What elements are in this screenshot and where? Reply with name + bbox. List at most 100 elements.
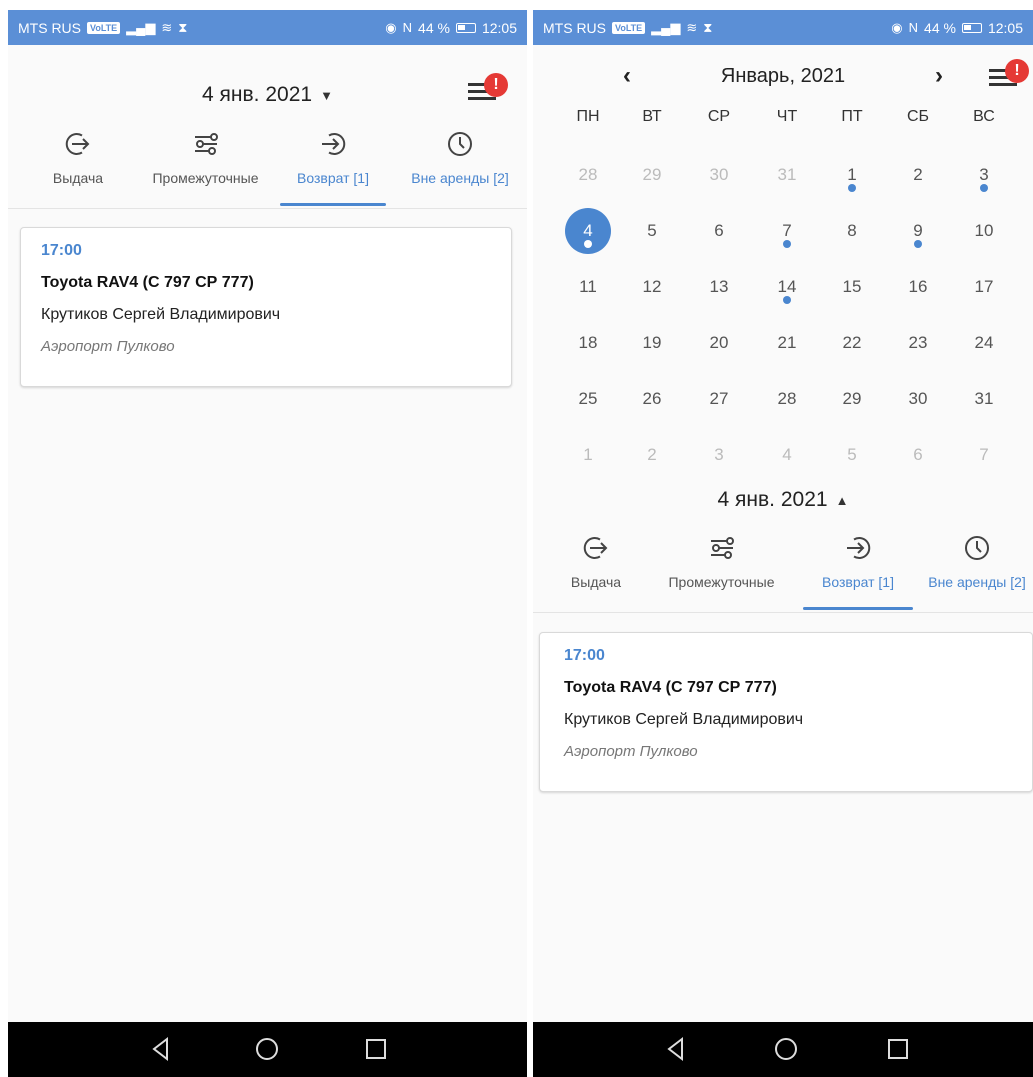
calendar-day[interactable]: 7 [961, 432, 1007, 478]
volte-badge: VoLTE [87, 21, 121, 34]
day-number: 14 [777, 277, 797, 296]
status-bar: MTS RUS VoLTE ▂▄▆ ≋ ⧗ ◉ N 44 % 12:05 [533, 10, 1033, 45]
day-number: 2 [913, 165, 923, 184]
calendar-day[interactable]: 3 [961, 152, 1007, 198]
calendar-day[interactable]: 27 [696, 376, 742, 422]
calendar-day[interactable]: 31 [764, 152, 810, 198]
menu-button[interactable]: ! [468, 73, 508, 113]
calendar-day[interactable]: 11 [565, 264, 611, 310]
calendar-day[interactable]: 24 [961, 320, 1007, 366]
recents-icon[interactable] [885, 1036, 911, 1062]
calendar-day-selected[interactable]: 4 [565, 208, 611, 254]
calendar-day[interactable]: 16 [895, 264, 941, 310]
selected-date-label: 4 янв. 2021 [202, 83, 313, 106]
date-picker-toggle[interactable]: 4 янв. 2021 ▼ [202, 83, 333, 107]
day-number: 25 [578, 389, 598, 408]
tab-label: Промежуточные [668, 574, 775, 590]
calendar-day[interactable]: 31 [961, 376, 1007, 422]
tab-issue[interactable]: Выдача [43, 128, 113, 186]
calendar-day[interactable]: 18 [565, 320, 611, 366]
day-number: 7 [979, 445, 989, 464]
calendar-day[interactable]: 28 [764, 376, 810, 422]
wifi-icon: ≋ [161, 19, 173, 35]
booking-car: Toyota RAV4 (С 797 СР 777) [564, 679, 777, 696]
day-number: 4 [583, 221, 593, 240]
calendar-day[interactable]: 15 [829, 264, 875, 310]
calendar-day[interactable]: 28 [565, 152, 611, 198]
weekday-label: ЧТ [776, 108, 798, 125]
day-number: 28 [777, 389, 797, 408]
tab-return[interactable]: Возврат [1] [803, 532, 913, 610]
calendar-day[interactable]: 1 [829, 152, 875, 198]
calendar-day[interactable]: 5 [629, 208, 675, 254]
calendar-day[interactable]: 26 [629, 376, 675, 422]
calendar-day[interactable]: 21 [764, 320, 810, 366]
menu-button[interactable]: ! [989, 59, 1029, 99]
calendar-day[interactable]: 4 [764, 432, 810, 478]
tab-bar: Выдача Промежуточные Возврат [1] Вне аре… [8, 128, 527, 209]
weekday-label: ПН [576, 108, 600, 125]
route-icon [710, 537, 734, 559]
day-number: 29 [842, 389, 862, 408]
day-number: 15 [842, 277, 862, 296]
weekday-label: СР [707, 108, 731, 125]
calendar-day[interactable]: 30 [696, 152, 742, 198]
calendar-day[interactable]: 22 [829, 320, 875, 366]
calendar-day[interactable]: 6 [696, 208, 742, 254]
exit-arrow-icon [583, 537, 608, 559]
calendar-day[interactable]: 14 [764, 264, 810, 310]
day-number: 1 [583, 445, 593, 464]
calendar-day[interactable]: 1 [565, 432, 611, 478]
tab-intermediate[interactable]: Промежуточные [659, 532, 784, 590]
calendar-day[interactable]: 29 [829, 376, 875, 422]
wifi-icon: ≋ [686, 19, 698, 35]
tab-off-rent[interactable]: Вне аренды [2] [400, 128, 520, 186]
calendar-day[interactable]: 10 [961, 208, 1007, 254]
calendar-day[interactable]: 2 [895, 152, 941, 198]
caret-down-icon: ▼ [320, 87, 333, 103]
day-number: 19 [642, 333, 662, 352]
day-number: 10 [974, 221, 994, 240]
app-header: 4 янв. 2021 ▲ [533, 478, 1033, 538]
calendar-day[interactable]: 30 [895, 376, 941, 422]
calendar-day[interactable]: 29 [629, 152, 675, 198]
tab-intermediate[interactable]: Промежуточные [143, 128, 268, 186]
booking-card[interactable]: 17:00 Toyota RAV4 (С 797 СР 777) Крутико… [20, 227, 512, 387]
calendar-day[interactable]: 5 [829, 432, 875, 478]
tab-return[interactable]: Возврат [1] [280, 128, 386, 206]
weekday-label: ВС [973, 108, 995, 125]
calendar-day[interactable]: 20 [696, 320, 742, 366]
calendar-day[interactable]: 2 [629, 432, 675, 478]
day-number: 5 [847, 445, 857, 464]
calendar-day[interactable]: 9 [895, 208, 941, 254]
tab-issue[interactable]: Выдача [561, 532, 631, 590]
calendar-day[interactable]: 13 [696, 264, 742, 310]
calendar-day[interactable]: 25 [565, 376, 611, 422]
calendar-week-row: 28 29 30 31 1 2 3 [533, 148, 1033, 204]
calendar-day[interactable]: 6 [895, 432, 941, 478]
calendar-day[interactable]: 12 [629, 264, 675, 310]
tab-off-rent[interactable]: Вне аренды [2] [921, 532, 1033, 590]
calendar-day[interactable]: 8 [829, 208, 875, 254]
day-number: 5 [647, 221, 657, 240]
battery-icon [961, 22, 982, 33]
booking-card[interactable]: 17:00 Toyota RAV4 (С 797 СР 777) Крутико… [539, 632, 1033, 792]
calendar-day[interactable]: 23 [895, 320, 941, 366]
volte-badge: VoLTE [612, 21, 646, 34]
recents-icon[interactable] [363, 1036, 389, 1062]
next-month-button[interactable]: › [935, 62, 943, 90]
booking-customer: Крутиков Сергей Владимирович [564, 711, 804, 728]
event-dot [584, 240, 592, 248]
back-icon[interactable] [148, 1036, 174, 1062]
home-icon[interactable] [254, 1036, 280, 1062]
home-icon[interactable] [773, 1036, 799, 1062]
calendar-day[interactable]: 17 [961, 264, 1007, 310]
selected-date-label: 4 янв. 2021 [717, 488, 828, 511]
calendar-day[interactable]: 19 [629, 320, 675, 366]
day-number: 28 [578, 165, 598, 184]
date-picker-toggle[interactable]: 4 янв. 2021 ▲ [718, 488, 849, 512]
calendar-day[interactable]: 7 [764, 208, 810, 254]
day-number: 30 [908, 389, 928, 408]
calendar-day[interactable]: 3 [696, 432, 742, 478]
back-icon[interactable] [663, 1036, 689, 1062]
